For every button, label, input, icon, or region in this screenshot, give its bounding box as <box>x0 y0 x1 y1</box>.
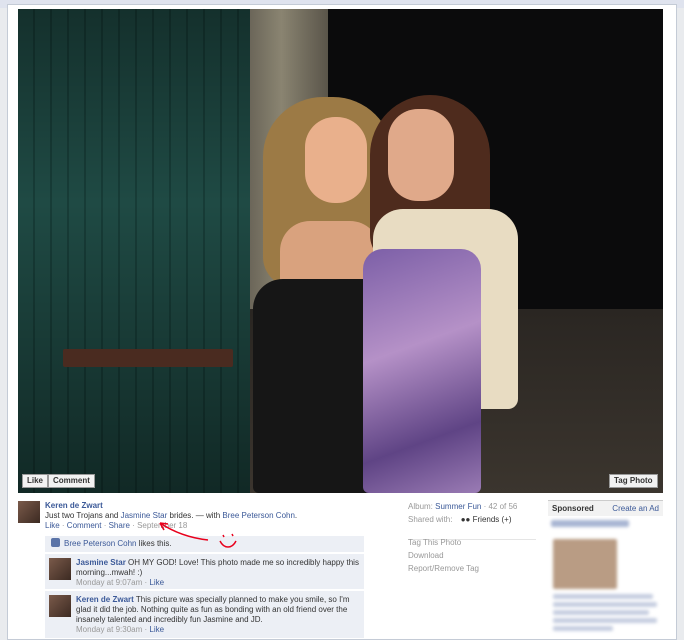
tag-photo-button[interactable]: Tag Photo <box>609 474 658 488</box>
friends-icon: ●● <box>460 515 471 524</box>
post-comment-link[interactable]: Comment <box>67 521 102 530</box>
sponsored-column: Sponsored Create an Ad <box>548 500 663 640</box>
comment-item: Jasmine Star OH MY GOD! Love! This photo… <box>45 553 364 589</box>
comment-time: Monday at 9:30am <box>76 625 143 634</box>
report-remove-tag-link[interactable]: Report/Remove Tag <box>408 564 479 573</box>
post-date[interactable]: September 18 <box>137 521 187 530</box>
with-bree-peterson-cohn[interactable]: Bree Peterson Cohn <box>222 511 295 520</box>
author-avatar[interactable] <box>18 501 40 523</box>
photo-comment-button[interactable]: Comment <box>48 474 95 488</box>
download-link[interactable]: Download <box>408 551 444 560</box>
privacy-selector[interactable]: Friends (+) <box>473 515 512 524</box>
create-ad-link[interactable]: Create an Ad <box>612 501 659 516</box>
commenter-avatar[interactable] <box>49 558 71 580</box>
post-like-link[interactable]: Like <box>45 521 60 530</box>
thumbs-up-icon <box>51 538 60 547</box>
sponsored-title: Sponsored <box>552 504 594 513</box>
commenter-avatar[interactable] <box>49 595 71 617</box>
liker-name[interactable]: Bree Peterson Cohn <box>64 539 137 548</box>
comment-time: Monday at 9:07am <box>76 578 143 587</box>
ad-title[interactable] <box>551 520 629 527</box>
post-caption: Just two Trojans and Jasmine Star brides… <box>45 511 298 520</box>
commenter-name[interactable]: Jasmine Star <box>76 558 126 567</box>
likes-bar: Bree Peterson Cohn likes this. <box>45 536 364 552</box>
photo-like-button[interactable]: Like <box>22 474 49 488</box>
post-share-link[interactable]: Share <box>109 521 130 530</box>
commenter-name[interactable]: Keren de Zwart <box>76 595 134 604</box>
comment-item: Keren de Zwart This picture was speciall… <box>45 590 364 638</box>
album-link[interactable]: Summer Fun <box>435 502 481 511</box>
photo[interactable] <box>18 9 663 493</box>
comment-like-link[interactable]: Like <box>149 578 164 587</box>
album-info: Album: Summer Fun · 42 of 56 <box>408 502 518 511</box>
photo-count: · 42 of 56 <box>481 502 518 511</box>
ad-image[interactable] <box>553 539 617 589</box>
comment-like-link[interactable]: Like <box>149 625 164 634</box>
tag-this-photo-link[interactable]: Tag This Photo <box>408 538 461 547</box>
tag-jasmine-star[interactable]: Jasmine Star <box>121 511 168 520</box>
post-author[interactable]: Keren de Zwart <box>45 501 103 510</box>
shared-with: Shared with: ●● Friends (+) <box>408 515 512 524</box>
post-actions: Like · Comment · Share · September 18 <box>45 521 188 530</box>
